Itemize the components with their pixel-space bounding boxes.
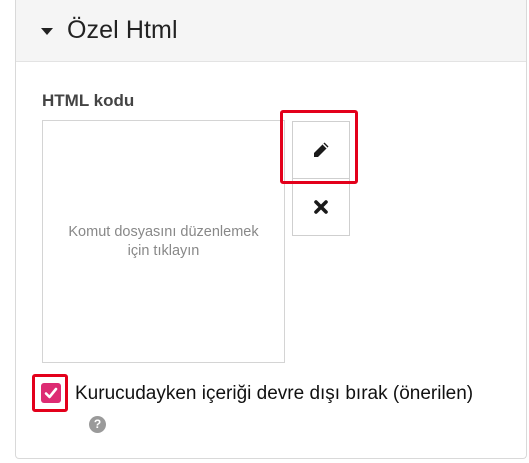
- panel-title: Özel Html: [67, 16, 178, 44]
- clear-button[interactable]: [292, 178, 350, 236]
- html-code-editor-area[interactable]: Komut dosyasını düzenlemek için tıklayın: [42, 120, 285, 363]
- close-icon: [314, 200, 328, 214]
- question-icon[interactable]: ?: [89, 416, 106, 433]
- disable-in-builder-label[interactable]: Kurucudayken içeriği devre dışı bırak (ö…: [75, 383, 473, 405]
- caret-down-icon[interactable]: [41, 28, 53, 35]
- panel-header[interactable]: Özel Html: [16, 0, 526, 62]
- html-code-label: HTML kodu: [42, 91, 135, 110]
- editor-placeholder-text: Komut dosyasını düzenlemek için tıklayın: [68, 223, 259, 259]
- pencil-icon: [314, 142, 329, 157]
- disable-in-builder-checkbox[interactable]: [41, 383, 61, 403]
- edit-button[interactable]: [292, 121, 350, 179]
- checkmark-icon: [44, 387, 58, 399]
